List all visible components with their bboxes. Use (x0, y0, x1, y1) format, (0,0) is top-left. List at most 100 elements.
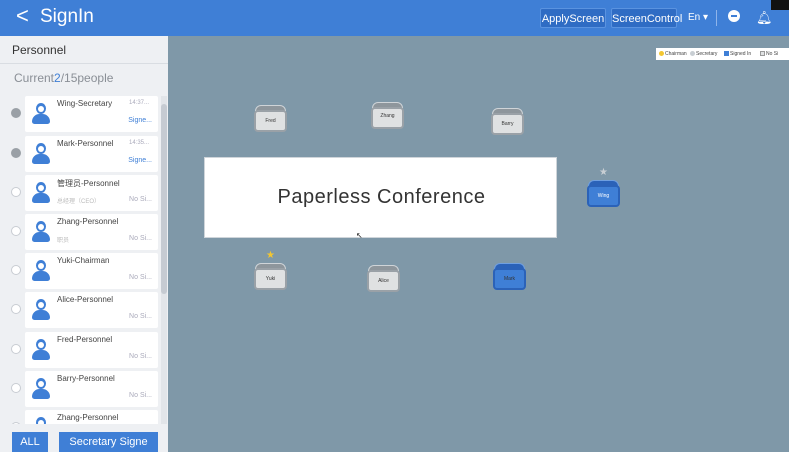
person-name: Mark-Personnel (57, 139, 114, 148)
sign-status: No Si... (129, 196, 152, 203)
seat-alice[interactable]: Alice (367, 265, 400, 293)
seat-legend: Chairman Secretary Signed In No Si (656, 48, 789, 60)
person-name: Fred-Personnel (57, 335, 113, 344)
select-radio[interactable] (11, 422, 21, 424)
seat-mark[interactable]: Mark (493, 263, 526, 291)
person-card[interactable]: Alice-Personnel No Si... (25, 292, 158, 328)
scrollbar-thumb[interactable] (161, 104, 167, 294)
person-name: Zhang-Personnel (57, 217, 119, 226)
person-title: 职员 (57, 238, 70, 244)
chairman-star-icon: ★ (266, 250, 275, 261)
minimize-icon[interactable] (726, 10, 742, 26)
person-name: Yuki-Chairman (57, 256, 110, 265)
person-card[interactable]: 管理员-Personnel 总经理（CEO） No Si... (25, 175, 158, 211)
presentation-screen[interactable]: Paperless Conference (204, 157, 557, 238)
all-button[interactable]: ALL (12, 432, 48, 452)
person-card[interactable]: Fred-Personnel No Si... (25, 332, 158, 368)
avatar-icon (32, 182, 50, 204)
sign-status: Signe... (128, 117, 152, 124)
person-name: Alice-Personnel (57, 295, 114, 304)
star-icon (690, 51, 695, 57)
seat-name: Fred (265, 118, 276, 124)
seat-yuki[interactable]: ★ Yuki (254, 251, 287, 291)
select-radio[interactable] (11, 108, 21, 118)
person-name: Barry-Personnel (57, 374, 115, 383)
select-radio[interactable] (11, 304, 21, 314)
seat-fred[interactable]: Fred (254, 105, 287, 133)
person-card[interactable]: Mark-Personnel 14:35... Signe... (25, 136, 158, 172)
person-name: Wing-Secretary (57, 99, 113, 108)
person-card[interactable]: Zhang-Personnel (25, 410, 158, 424)
secretary-star-icon: ★ (599, 167, 608, 178)
avatar-icon (32, 378, 50, 400)
sign-status: No Si... (129, 313, 152, 320)
panel-title: Personnel (12, 43, 67, 57)
apply-screen-button[interactable]: ApplyScreen (540, 8, 606, 28)
person-card[interactable]: Wing-Secretary 14:37... Signe... (25, 96, 158, 132)
seat-name: Zhang (380, 113, 395, 119)
list-item[interactable]: Wing-Secretary 14:37... Signe... (0, 96, 160, 132)
person-card[interactable]: Zhang-Personnel 职员 No Si... (25, 214, 158, 250)
personnel-list[interactable]: Wing-Secretary 14:37... Signe... Mark-Pe… (0, 96, 168, 424)
select-radio[interactable] (11, 226, 21, 236)
bell-icon[interactable]: 🔔︎ (756, 10, 773, 26)
personnel-panel: Personnel Current2/15people Wing-Secreta… (0, 36, 168, 452)
avatar-icon (32, 339, 50, 361)
seat-name: Mark (503, 276, 516, 282)
attendance-count: Current2/15people (14, 71, 113, 85)
seat-name: Wing (597, 193, 610, 199)
sign-status: No Si... (129, 353, 152, 360)
count-suffix: /15people (60, 71, 114, 85)
screen-label: Paperless Conference (277, 186, 486, 208)
sign-status: Signe... (128, 157, 152, 164)
sign-time: 14:35... (129, 140, 150, 146)
avatar-icon (32, 221, 50, 243)
star-icon (659, 51, 664, 57)
list-item[interactable]: 管理员-Personnel 总经理（CEO） No Si... (0, 175, 160, 211)
seat-barry[interactable]: Barry (491, 108, 524, 136)
avatar-icon (32, 299, 50, 321)
select-radio[interactable] (11, 344, 21, 354)
panel-divider (0, 63, 168, 64)
sign-time: 14:37... (129, 100, 150, 106)
list-item[interactable]: Alice-Personnel No Si... (0, 292, 160, 328)
screen-control-button[interactable]: ScreenControl (611, 8, 682, 28)
square-icon (760, 51, 765, 57)
seating-canvas: Chairman Secretary Signed In No Si Paper… (168, 36, 789, 452)
mouse-cursor-icon: ↖ (356, 231, 363, 240)
list-item[interactable]: Zhang-Personnel (0, 410, 160, 424)
sign-status: No Si... (129, 274, 152, 281)
seat-name: Alice (378, 278, 389, 284)
avatar-icon (32, 103, 50, 125)
list-scrollbar[interactable] (161, 96, 167, 424)
square-icon (724, 51, 729, 57)
select-radio[interactable] (11, 148, 21, 158)
select-radio[interactable] (11, 265, 21, 275)
list-item[interactable]: Fred-Personnel No Si... (0, 332, 160, 368)
list-item[interactable]: Mark-Personnel 14:35... Signe... (0, 136, 160, 172)
person-name: Zhang-Personnel (57, 413, 119, 422)
avatar-icon (32, 260, 50, 282)
seat-name: Barry (501, 121, 514, 127)
person-title: 总经理（CEO） (57, 199, 101, 205)
sign-status: No Si... (129, 235, 152, 242)
legend-secretary: Secretary (690, 51, 717, 57)
select-radio[interactable] (11, 187, 21, 197)
back-icon[interactable]: < (16, 5, 29, 27)
list-item[interactable]: Zhang-Personnel 职员 No Si... (0, 214, 160, 250)
list-item[interactable]: Yuki-Chairman No Si... (0, 253, 160, 289)
page-title: SignIn (40, 6, 94, 27)
select-radio[interactable] (11, 383, 21, 393)
legend-chairman: Chairman (659, 51, 687, 57)
list-item[interactable]: Barry-Personnel No Si... (0, 371, 160, 407)
language-select[interactable]: En ▾ (684, 8, 712, 28)
seat-wing[interactable]: ★ Wing (587, 168, 620, 208)
legend-no-sign: No Si (760, 51, 778, 57)
count-current: 2 (54, 71, 61, 85)
person-card[interactable]: Yuki-Chairman No Si... (25, 253, 158, 289)
sign-status: No Si... (129, 392, 152, 399)
person-card[interactable]: Barry-Personnel No Si... (25, 371, 158, 407)
secretary-sign-button[interactable]: Secretary Signe (59, 432, 158, 452)
seat-zhang[interactable]: Zhang (371, 102, 404, 130)
top-bar: < SignIn ApplyScreen ScreenControl En ▾ … (0, 0, 789, 36)
